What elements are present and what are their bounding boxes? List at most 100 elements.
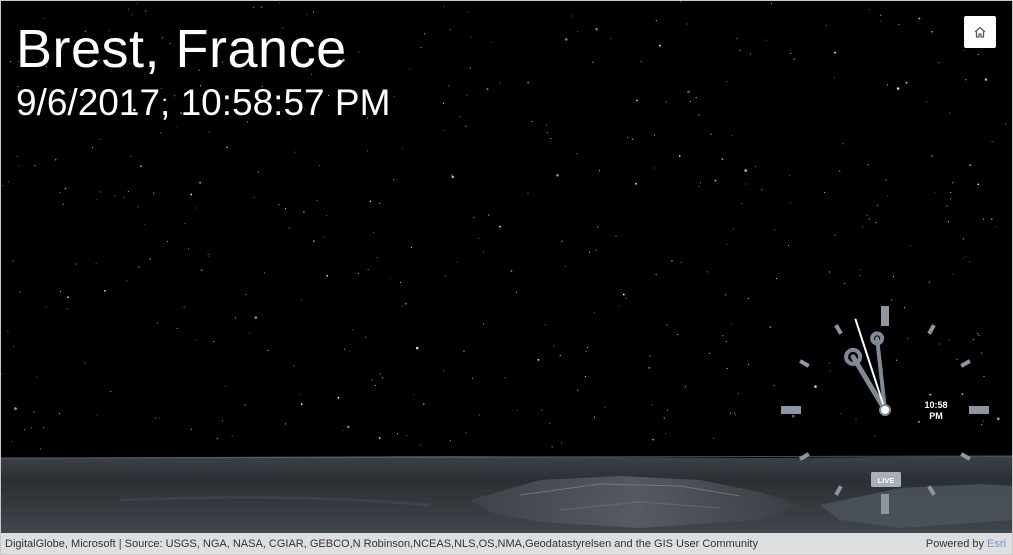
star — [184, 223, 186, 225]
star — [687, 90, 690, 94]
star — [40, 448, 42, 450]
star — [952, 182, 954, 184]
star — [842, 143, 844, 145]
star — [834, 51, 836, 54]
star — [977, 53, 980, 55]
star — [456, 261, 458, 263]
star — [213, 341, 215, 343]
home-button[interactable] — [964, 16, 996, 48]
home-icon — [974, 26, 986, 38]
star — [676, 333, 678, 336]
star — [402, 305, 404, 307]
star — [226, 146, 228, 149]
star — [625, 297, 627, 299]
star — [527, 81, 530, 84]
star — [592, 61, 594, 63]
star — [833, 77, 836, 79]
scene-view[interactable]: Brest, France 9/6/2017, 10:58:57 PM 10:5… — [0, 0, 1013, 555]
star — [499, 225, 501, 228]
star — [952, 273, 954, 275]
star — [726, 368, 728, 370]
star — [34, 165, 36, 167]
star — [166, 240, 169, 242]
clock-time-label: 10:58 — [924, 400, 947, 410]
star — [110, 391, 112, 393]
star — [442, 102, 445, 104]
star — [748, 363, 750, 365]
star — [950, 191, 952, 194]
star — [962, 257, 964, 259]
star — [392, 179, 395, 181]
time-dial-widget[interactable]: 10:58 PM LIVE — [770, 300, 1000, 530]
star — [584, 376, 587, 378]
attribution-sources: DigitalGlobe, Microsoft | Source: USGS, … — [5, 538, 758, 550]
star — [824, 191, 826, 194]
star — [744, 169, 747, 172]
star — [16, 155, 18, 157]
star — [7, 181, 9, 183]
star — [635, 182, 637, 185]
star — [342, 430, 344, 432]
star — [486, 88, 489, 90]
star — [604, 406, 606, 408]
star — [665, 101, 667, 103]
star — [367, 268, 369, 270]
star — [678, 155, 681, 157]
star — [396, 433, 398, 435]
star — [834, 234, 836, 236]
star — [934, 192, 936, 194]
star — [721, 158, 724, 161]
star — [263, 272, 266, 274]
star — [322, 236, 325, 238]
star — [344, 348, 346, 350]
star — [866, 214, 868, 216]
star — [449, 28, 451, 31]
star — [155, 417, 157, 419]
star — [859, 269, 862, 271]
star — [593, 416, 596, 418]
star — [293, 364, 295, 367]
star — [876, 204, 878, 206]
star — [736, 38, 738, 40]
clock-tick — [834, 485, 843, 496]
esri-link[interactable]: Esri — [987, 538, 1006, 550]
star — [422, 403, 425, 406]
star — [597, 226, 599, 228]
star — [443, 370, 445, 372]
star — [67, 296, 69, 299]
star — [126, 280, 128, 282]
star — [867, 164, 869, 166]
star — [549, 423, 551, 425]
star — [278, 204, 280, 206]
star — [710, 133, 712, 135]
star — [75, 263, 77, 265]
star — [376, 257, 378, 259]
clock-tick — [799, 452, 810, 461]
star — [653, 134, 656, 136]
star — [714, 179, 717, 182]
star — [352, 329, 354, 331]
star — [726, 243, 728, 246]
star — [551, 446, 553, 448]
star — [12, 260, 14, 262]
star — [737, 393, 740, 395]
clock-tick — [927, 485, 936, 496]
star — [887, 84, 889, 86]
star — [316, 199, 318, 201]
star — [470, 36, 472, 38]
star — [969, 164, 972, 167]
live-button[interactable]: LIVE — [871, 472, 901, 487]
star — [371, 379, 373, 381]
star — [886, 194, 888, 197]
star — [444, 275, 446, 277]
star — [95, 263, 97, 265]
star — [969, 261, 971, 263]
star — [666, 409, 669, 411]
star — [478, 238, 480, 240]
star — [365, 336, 367, 338]
star — [303, 211, 305, 214]
star — [103, 289, 106, 292]
star — [472, 377, 474, 379]
star — [176, 327, 178, 330]
star — [7, 330, 9, 332]
